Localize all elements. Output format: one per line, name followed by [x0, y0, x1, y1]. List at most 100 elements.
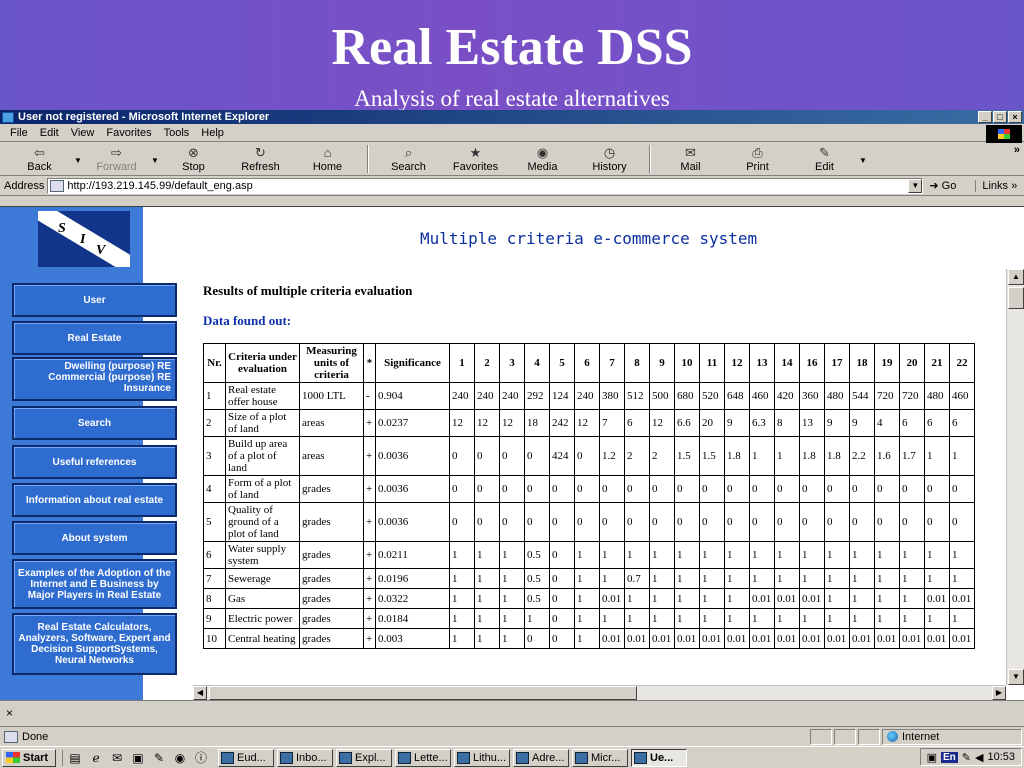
horizontal-scroll-thumb[interactable]	[209, 686, 637, 700]
outlook-quicklaunch-icon[interactable]: ✉	[109, 750, 125, 766]
cell-value: 1	[799, 568, 825, 589]
links-button[interactable]: Links »	[975, 179, 1017, 192]
cell-value: 360	[799, 382, 825, 410]
menu-help[interactable]: Help	[195, 127, 230, 139]
cell-value: 0	[574, 502, 600, 542]
favorites-label: Favorites	[452, 161, 499, 173]
ie-quicklaunch-icon[interactable]: ℯ	[88, 750, 104, 766]
go-button[interactable]: ➜ Go	[929, 179, 969, 192]
toolbar-overflow-icon[interactable]: »	[1014, 144, 1020, 156]
menu-edit[interactable]: Edit	[34, 127, 65, 139]
cube-quicklaunch-icon[interactable]: ▣	[130, 750, 146, 766]
scroll-down-icon[interactable]: ▼	[1008, 669, 1024, 685]
refresh-button[interactable]: ↻ Refresh	[227, 142, 294, 174]
cell-value: 0.5	[524, 541, 550, 569]
header-alternative: 11	[699, 343, 725, 383]
scroll-up-icon[interactable]: ▲	[1008, 269, 1024, 285]
volume-icon[interactable]: ◀	[975, 751, 983, 764]
edit-dropdown-icon[interactable]: ▼	[858, 142, 868, 165]
cell-value: 0	[549, 541, 575, 569]
edit-button[interactable]: ✎ Edit	[791, 142, 858, 174]
address-dropdown-icon[interactable]: ▼	[908, 178, 923, 193]
back-button[interactable]: ⇦ Back	[6, 142, 73, 174]
cell-value: 1	[649, 588, 675, 609]
forward-dropdown-icon[interactable]: ▼	[150, 142, 160, 165]
media-quicklaunch-icon[interactable]: ◉	[172, 750, 188, 766]
cell-nr: 2	[203, 409, 226, 437]
menu-view[interactable]: View	[65, 127, 101, 139]
scroll-left-icon[interactable]: ◀	[193, 686, 207, 700]
cell-value: 0	[624, 475, 650, 503]
media-button[interactable]: ◉ Media	[509, 142, 576, 174]
logo-letter-v: V	[96, 243, 106, 258]
taskbar-task[interactable]: Inbo...	[277, 748, 333, 767]
scroll-right-icon[interactable]: ▶	[992, 686, 1006, 700]
vertical-scroll-thumb[interactable]	[1008, 287, 1024, 309]
cell-value: 0.5	[524, 588, 550, 609]
home-button[interactable]: ⌂ Home	[294, 142, 361, 174]
header-alternative: 14	[774, 343, 800, 383]
mail-icon: ✉	[685, 145, 696, 160]
menu-file[interactable]: File	[4, 127, 34, 139]
task-app-icon	[221, 751, 234, 764]
cell-value: 1	[724, 568, 750, 589]
task-label: Ue...	[650, 751, 674, 764]
taskbar-task[interactable]: Ue...	[631, 748, 687, 767]
close-button[interactable]: ×	[1008, 111, 1022, 123]
cell-units: grades	[299, 541, 364, 569]
header-units: Measuring units of criteria	[299, 343, 364, 383]
cell-value: 0	[549, 568, 575, 589]
show-desktop-icon[interactable]: ▤	[67, 750, 83, 766]
back-dropdown-icon[interactable]: ▼	[73, 142, 83, 165]
address-input[interactable]: http://193.219.145.99/default_eng.asp ▼	[47, 177, 924, 194]
taskbar-task[interactable]: Expl...	[336, 748, 392, 767]
language-indicator[interactable]: En	[941, 751, 958, 763]
taskbar-task[interactable]: Eud...	[218, 748, 274, 767]
stop-button[interactable]: ⊗ Stop	[160, 142, 227, 174]
tray-tool-icon[interactable]: ✎	[962, 751, 971, 764]
cell-value: 1	[449, 608, 475, 629]
cell-value: 0.01	[624, 628, 650, 649]
cell-nr: 8	[203, 588, 226, 609]
table-row: 3 Build up area of a plot of land areas +0.…	[203, 436, 975, 476]
title-bar[interactable]: User not registered - Microsoft Internet…	[0, 110, 1024, 124]
favorites-button[interactable]: ★ Favorites	[442, 142, 509, 174]
mail-button[interactable]: ✉ Mail	[657, 142, 724, 174]
menu-favorites[interactable]: Favorites	[100, 127, 157, 139]
minimize-button[interactable]: _	[978, 111, 992, 123]
address-url[interactable]: http://193.219.145.99/default_eng.asp	[67, 180, 252, 192]
cell-value: 0	[599, 502, 625, 542]
cell-units: grades	[299, 608, 364, 629]
taskbar-task[interactable]: Micr...	[572, 748, 628, 767]
cell-value: 1	[449, 588, 475, 609]
menu-tools[interactable]: Tools	[158, 127, 196, 139]
cell-criteria: Electric power	[225, 608, 300, 629]
cell-value: 0	[774, 502, 800, 542]
vertical-scrollbar[interactable]: ▲ ▼	[1006, 269, 1024, 685]
cell-value: 1	[899, 568, 925, 589]
taskbar-task[interactable]: Adre...	[513, 748, 569, 767]
cell-value: 6	[924, 409, 950, 437]
taskbar-task[interactable]: Lette...	[395, 748, 451, 767]
tool-quicklaunch-icon[interactable]: ✎	[151, 750, 167, 766]
close-pane-icon[interactable]: ×	[6, 706, 13, 720]
cell-value: 9	[824, 409, 850, 437]
maximize-button[interactable]: □	[993, 111, 1007, 123]
history-button[interactable]: ◷ History	[576, 142, 643, 174]
info-quicklaunch-icon[interactable]: ⓘ	[193, 750, 209, 766]
tray-app-icon[interactable]: ▣	[927, 751, 937, 764]
print-button[interactable]: ⎙ Print	[724, 142, 791, 174]
forward-button[interactable]: ⇨ Forward	[83, 142, 150, 174]
cell-value: 0	[699, 502, 725, 542]
ie-icon[interactable]	[2, 111, 14, 123]
cell-units: grades	[299, 588, 364, 609]
taskbar-task[interactable]: Lithu...	[454, 748, 510, 767]
start-button[interactable]: Start	[2, 748, 56, 767]
cell-value: 1	[799, 541, 825, 569]
horizontal-scrollbar[interactable]: ◀ ▶	[193, 685, 1006, 700]
cell-value: 0	[524, 628, 550, 649]
cell-value: 1	[749, 436, 775, 476]
cell-value: 0.01	[649, 628, 675, 649]
search-button[interactable]: ⌕ Search	[375, 142, 442, 174]
cell-value: 1	[574, 588, 600, 609]
